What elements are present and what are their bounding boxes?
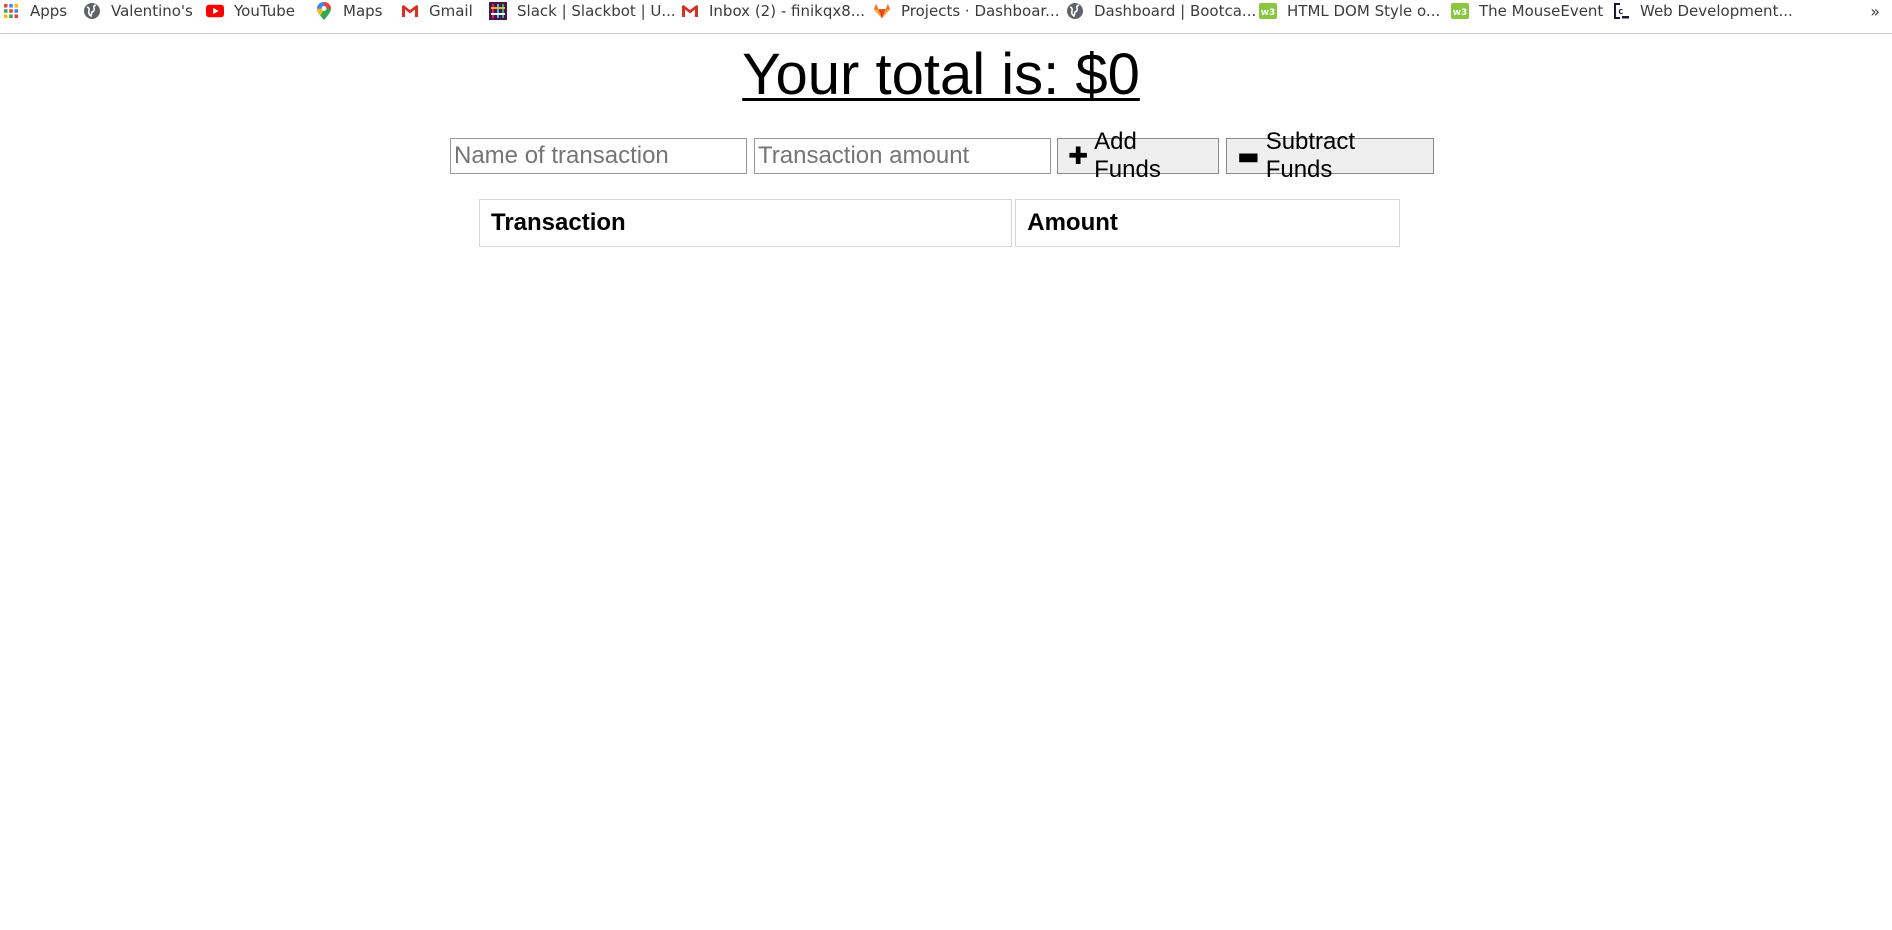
transaction-amount-input[interactable] — [754, 138, 1051, 174]
bookmark-label: The MouseEvent — [1479, 2, 1604, 20]
bookmark-dashboard[interactable]: Dashboard | Bootca... — [1066, 0, 1256, 22]
minus-icon: ▬ — [1237, 142, 1260, 170]
add-funds-button[interactable]: ✚ Add Funds — [1057, 128, 1219, 183]
table-header-row: Transaction Amount — [479, 199, 1400, 247]
svg-text:c: c — [1618, 7, 1623, 17]
subtract-funds-label: Subtract Funds — [1265, 128, 1356, 183]
bookmark-label: Gmail — [429, 2, 473, 20]
subtract-funds-button[interactable]: ▬ Subtract Funds — [1226, 128, 1434, 183]
globe-icon — [83, 2, 101, 20]
bookmark-label: Inbox (2) - finikqx8... — [709, 2, 866, 20]
transaction-name-input[interactable] — [450, 138, 747, 174]
bookmark-html-dom-style[interactable]: w3 HTML DOM Style o... — [1259, 0, 1440, 22]
bookmarks-overflow-chevron-icon[interactable]: » — [1870, 0, 1880, 22]
bookmark-label: Apps — [30, 2, 68, 20]
svg-text:w3: w3 — [1261, 8, 1276, 18]
bookmark-label: Web Development... — [1640, 2, 1793, 20]
codepen-icon: c — [1612, 2, 1630, 20]
gmail-icon — [401, 2, 419, 20]
bookmark-label: Valentino's — [111, 2, 193, 20]
bookmark-youtube[interactable]: YouTube — [206, 0, 295, 22]
w3schools-icon: w3 — [1451, 2, 1469, 20]
transactions-table: Transaction Amount — [476, 196, 1403, 250]
bookmark-mouseevent[interactable]: w3 The MouseEvent — [1451, 0, 1603, 22]
bookmark-label: Maps — [343, 2, 383, 20]
table-header-transaction: Transaction — [479, 199, 1013, 247]
bookmark-apps[interactable]: Apps — [2, 0, 67, 22]
gmail-icon — [681, 2, 699, 20]
bookmark-label: HTML DOM Style o... — [1287, 2, 1441, 20]
bookmarks-bar: Apps Valentino's YouTube Maps Gmail Slac… — [0, 0, 1892, 34]
w3schools-icon: w3 — [1259, 2, 1277, 20]
plus-icon: ✚ — [1068, 142, 1089, 170]
svg-text:w3: w3 — [1453, 8, 1468, 18]
maps-pin-icon — [315, 2, 333, 20]
globe-icon — [1066, 2, 1084, 20]
total-heading: Your total is: $0 — [742, 42, 1140, 107]
gitlab-icon — [873, 2, 891, 20]
bookmark-maps[interactable]: Maps — [315, 0, 382, 22]
bookmark-inbox[interactable]: Inbox (2) - finikqx8... — [681, 0, 865, 22]
youtube-icon — [206, 2, 224, 20]
bookmark-projects[interactable]: Projects · Dashboar... — [873, 0, 1060, 22]
bookmark-gmail[interactable]: Gmail — [401, 0, 473, 22]
bookmark-label: Dashboard | Bootca... — [1094, 2, 1257, 20]
slack-icon — [489, 2, 507, 20]
bookmark-valentinos[interactable]: Valentino's — [83, 0, 193, 22]
add-funds-label: Add Funds — [1094, 128, 1161, 183]
bookmark-label: YouTube — [234, 2, 295, 20]
table-header-amount: Amount — [1015, 199, 1400, 247]
apps-grid-icon — [2, 2, 20, 20]
bookmark-label: Slack | Slackbot | U... — [517, 2, 676, 20]
bookmark-slack[interactable]: Slack | Slackbot | U... — [489, 0, 676, 22]
bookmark-web-development[interactable]: c Web Development... — [1612, 0, 1793, 22]
bookmark-label: Projects · Dashboar... — [901, 2, 1060, 20]
